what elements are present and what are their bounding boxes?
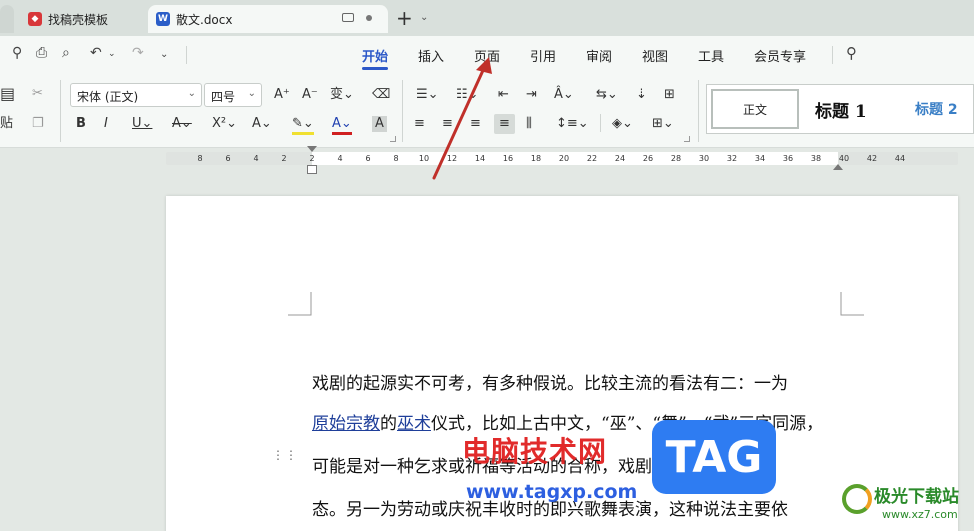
annotation-arrow-icon: [432, 57, 492, 180]
